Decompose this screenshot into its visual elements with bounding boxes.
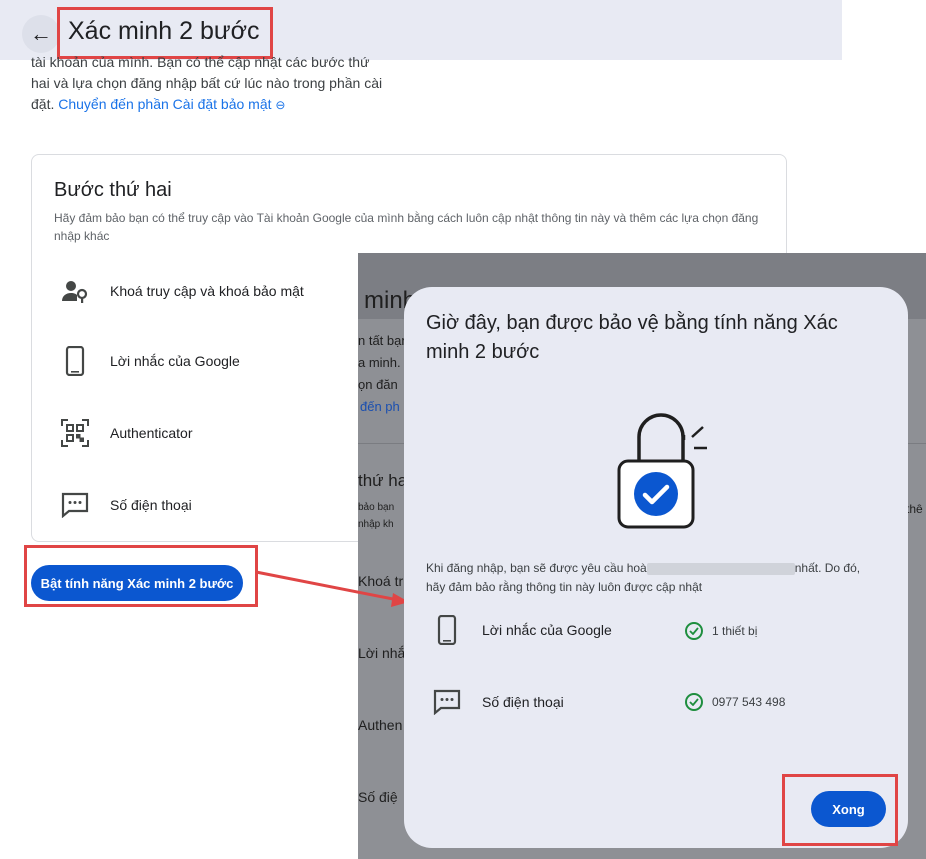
- blurred-text: [646, 562, 795, 575]
- row-phone-number: Số điện thoại: [432, 687, 564, 717]
- dialog-title: Giờ đây, bạn được bảo vệ bằng tính năng …: [426, 312, 838, 363]
- confirmation-dialog: Giờ đây, bạn được bảo vệ bằng tính năng …: [404, 287, 908, 848]
- status-phone-number: 0977 543 498: [685, 693, 785, 711]
- check-circle-icon: [685, 622, 703, 640]
- row-label: Số điện thoại: [482, 694, 564, 710]
- status-text: 1 thiết bị: [712, 624, 758, 638]
- message-icon: [432, 687, 462, 717]
- info-text: Khi đăng nhập, bạn sẽ được yêu cầu hoà: [426, 561, 647, 575]
- dialog-info: Khi đăng nhập, bạn sẽ được yêu cầu hoà nh…: [426, 559, 896, 597]
- phone-icon: [432, 615, 462, 645]
- check-circle-icon: [685, 693, 703, 711]
- status-text: 0977 543 498: [712, 695, 786, 709]
- status-google-prompt: 1 thiết bị: [685, 622, 757, 640]
- lock-check-icon: [616, 409, 726, 534]
- info-text: nhất. Do đó,: [794, 561, 861, 575]
- info-text: hãy đảm bảo rằng thông tin này luôn được…: [426, 580, 703, 594]
- done-highlight-box: [782, 774, 898, 846]
- row-label: Lời nhắc của Google: [482, 622, 612, 638]
- row-google-prompt: Lời nhắc của Google: [432, 615, 612, 645]
